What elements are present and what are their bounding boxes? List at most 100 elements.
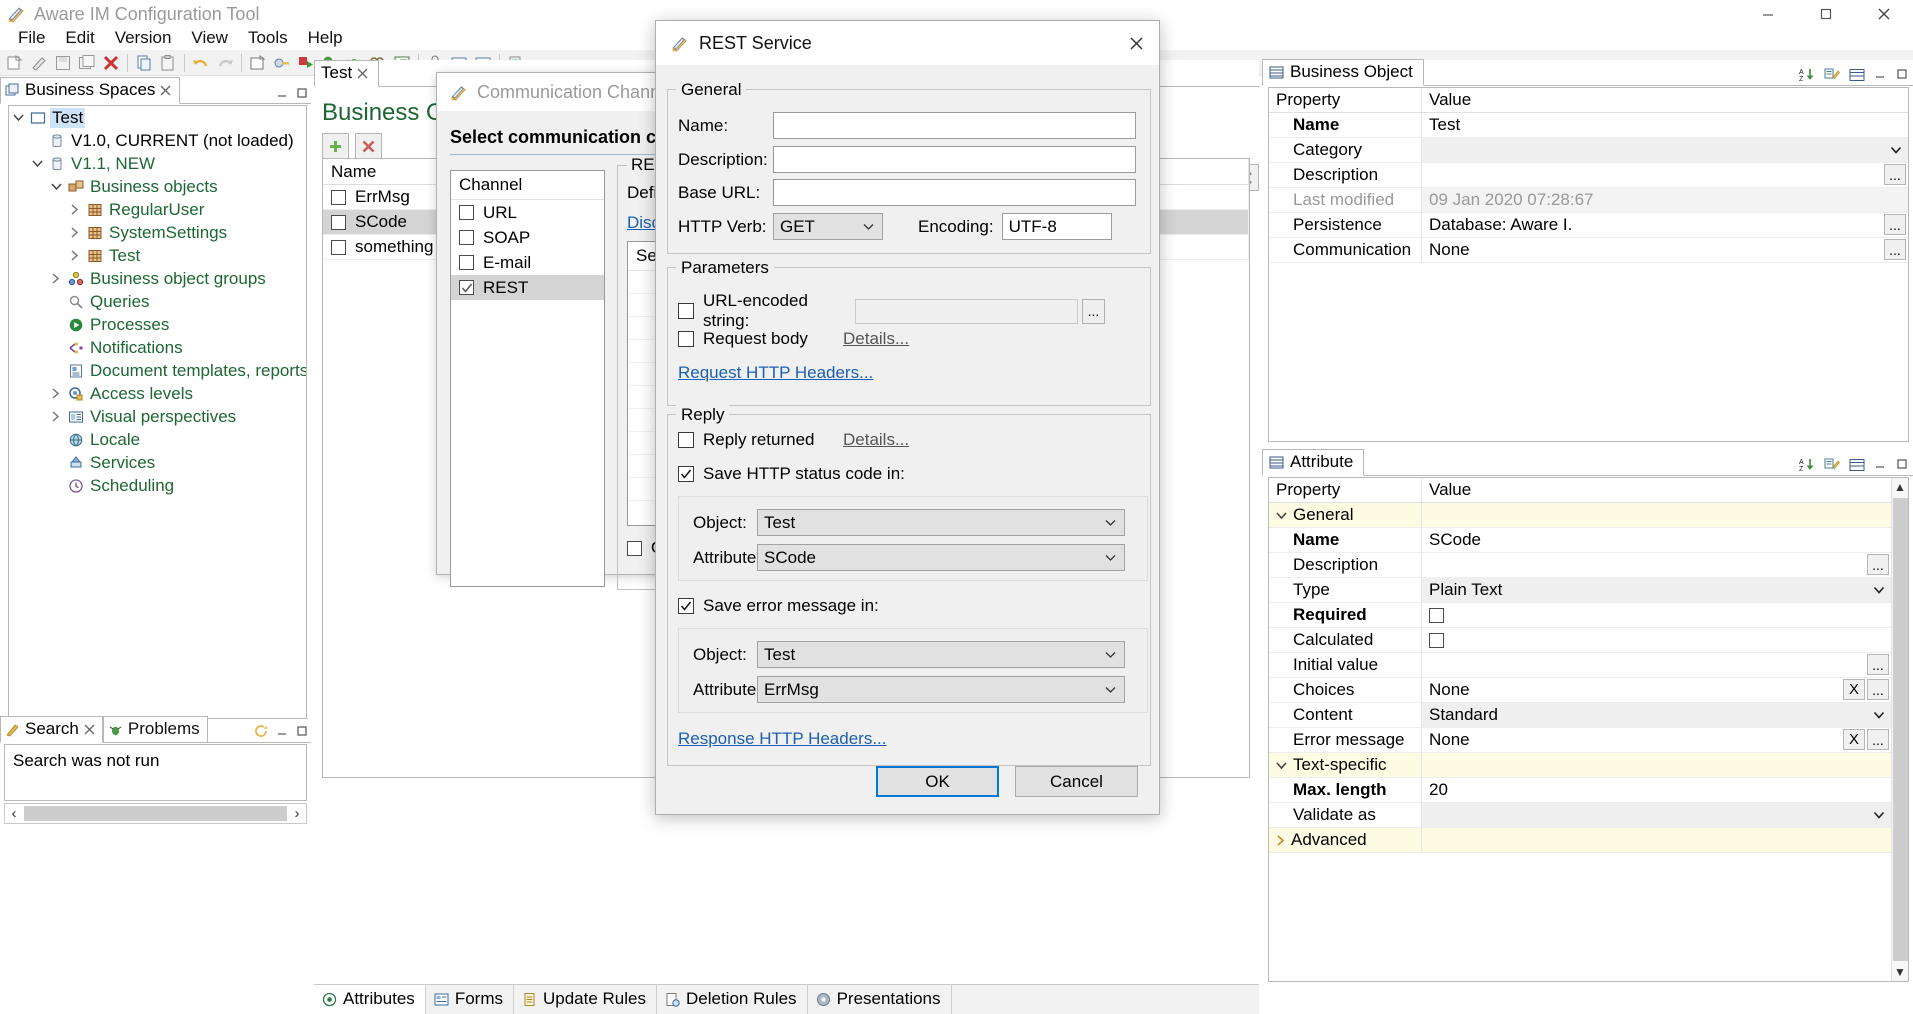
delete-attribute-button[interactable] [355,133,382,160]
error-object-select[interactable]: Test [757,641,1125,668]
property-value[interactable]: None X... [1422,728,1891,752]
property-value[interactable]: ... [1422,653,1891,677]
request-body-details-link[interactable]: Details... [843,329,909,349]
maximize-panel-icon[interactable] [1896,458,1909,471]
browse-button[interactable]: ... [1867,679,1889,700]
property-value[interactable] [1422,603,1891,627]
new-space-icon[interactable] [247,52,269,74]
horizontal-scrollbar[interactable]: ‹ › [4,803,307,824]
tree-item-v1-0-current-not-loaded[interactable]: V1.0, CURRENT (not loaded) [9,129,306,152]
property-row[interactable]: Choices None X... [1269,678,1891,703]
name-input[interactable] [773,112,1136,139]
chevron-down-icon[interactable] [1276,511,1287,520]
url-encoded-browse-button[interactable]: ... [1082,298,1105,324]
browse-button[interactable]: ... [1884,239,1906,260]
property-value[interactable] [1422,138,1908,162]
scroll-down-icon[interactable]: ▼ [1894,963,1906,981]
property-group-row[interactable]: Text-specific [1269,753,1891,778]
ok-button[interactable]: OK [876,766,999,797]
browse-button[interactable]: ... [1884,214,1906,235]
menu-file[interactable]: File [8,26,55,50]
property-value[interactable]: SCode [1422,528,1891,552]
tab-forms[interactable]: Forms [426,985,514,1014]
property-row[interactable]: Name Test [1269,113,1908,138]
scroll-up-icon[interactable]: ▲ [1894,478,1906,496]
channel-checkbox[interactable] [459,205,474,220]
tree-item-systemsettings[interactable]: SystemSettings [9,221,306,244]
property-row[interactable]: Required [1269,603,1891,628]
property-value[interactable] [1422,628,1891,652]
rest-dialog-close-icon[interactable] [1113,21,1159,65]
property-group-row[interactable]: Advanced [1269,828,1891,853]
channel-item-url[interactable]: URL [451,200,604,225]
tab-update-rules[interactable]: Update Rules [514,985,657,1014]
menu-edit[interactable]: Edit [55,26,104,50]
minimize-panel-icon[interactable] [1874,68,1887,81]
scrollbar-thumb[interactable] [24,806,287,821]
minimize-button[interactable] [1739,0,1797,28]
property-value[interactable]: ... [1422,553,1891,577]
property-value[interactable] [1422,803,1891,827]
minimize-panel-icon[interactable] [1874,458,1887,471]
response-headers-link[interactable]: Response HTTP Headers... [678,729,887,749]
value-checkbox[interactable] [1429,632,1444,648]
attribute-vertical-scrollbar[interactable]: ▲ ▼ [1891,478,1908,981]
tab-problems[interactable]: Problems [102,716,208,743]
description-input[interactable] [773,146,1136,173]
property-value[interactable]: Database: Aware I.... [1422,213,1908,237]
scroll-left-icon[interactable]: ‹ [5,805,23,822]
chevron-down-icon[interactable] [1873,711,1885,720]
channel-checkbox[interactable] [459,255,474,270]
property-row[interactable]: Description... [1269,553,1891,578]
edit-pencil-icon[interactable] [28,52,50,74]
table-view-icon[interactable] [1849,68,1865,82]
channel-checkbox[interactable] [459,230,474,245]
scrollbar-thumb[interactable] [1892,498,1908,961]
property-value[interactable]: 09 Jan 2020 07:28:67 [1422,188,1908,212]
property-row[interactable]: Initial value... [1269,653,1891,678]
save-error-checkbox[interactable] [678,598,694,614]
key-icon[interactable] [271,52,293,74]
menu-help[interactable]: Help [298,26,353,50]
url-encoded-checkbox[interactable] [678,303,694,319]
property-group-row[interactable]: General [1269,503,1891,528]
scroll-right-icon[interactable]: › [288,805,306,822]
minimize-panel-icon[interactable] [276,87,289,100]
status-attribute-select[interactable]: SCode [757,544,1125,571]
clear-button[interactable]: X [1843,729,1865,750]
browse-button[interactable]: ... [1867,654,1889,675]
table-view-icon[interactable] [1849,458,1865,472]
tree-item-regularuser[interactable]: RegularUser [9,198,306,221]
tree-item-services[interactable]: Services [9,451,306,474]
property-value[interactable]: Test [1422,113,1908,137]
tree-item-scheduling[interactable]: Scheduling [9,474,306,497]
add-attribute-button[interactable] [322,133,349,160]
property-row[interactable]: Communication None... [1269,238,1908,263]
delete-icon[interactable] [100,52,122,74]
chevron-right-icon[interactable] [1276,834,1285,846]
property-value[interactable]: 20 [1422,778,1891,802]
minimize-panel-icon[interactable] [276,725,289,739]
tab-search[interactable]: Search [0,716,103,743]
base-url-input[interactable] [773,179,1136,206]
chevron-right-icon[interactable] [70,204,86,215]
request-body-checkbox[interactable] [678,331,694,347]
tree-item-business-object-groups[interactable]: Business object groups [9,267,306,290]
new-icon[interactable] [4,52,26,74]
chevron-right-icon[interactable] [70,250,86,261]
tree-item-document-templates-reports[interactable]: Document templates, reports [9,359,306,382]
row-checkbox[interactable] [331,189,346,205]
copy-icon[interactable] [133,52,155,74]
clear-button[interactable]: X [1843,679,1865,700]
maximize-button[interactable] [1797,0,1855,28]
browse-button[interactable]: ... [1867,729,1889,750]
status-object-select[interactable]: Test [757,509,1125,536]
tab-test-editor[interactable]: Test [314,60,380,87]
cancel-button[interactable]: Cancel [1015,766,1138,797]
filter-icon[interactable] [1824,457,1840,472]
channel-item-rest[interactable]: REST [451,275,604,300]
tab-business-spaces[interactable]: Business Spaces [0,77,181,104]
url-encoded-input[interactable] [855,298,1078,324]
tree-item-visual-perspectives[interactable]: Visual perspectives [9,405,306,428]
chevron-right-icon[interactable] [51,388,67,399]
